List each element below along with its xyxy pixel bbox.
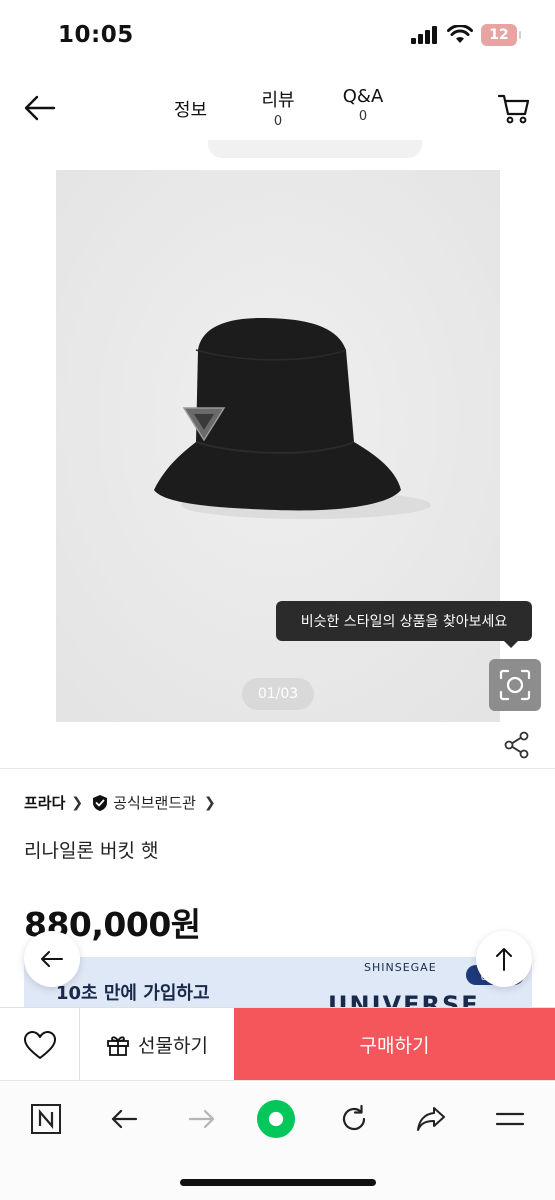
tab-info[interactable]: 정보 bbox=[174, 96, 207, 122]
arrow-left-icon bbox=[41, 951, 63, 967]
official-store-label: 공식브랜드관 bbox=[113, 794, 196, 812]
tab-qa-count: 0 bbox=[358, 109, 368, 124]
banner-brand-large: UNIVERSE bbox=[328, 991, 480, 1007]
gift-label: 선물하기 bbox=[138, 1035, 208, 1057]
tab-review-count: 0 bbox=[273, 114, 283, 129]
official-store-link[interactable]: 공식브랜드관 ❯ bbox=[91, 792, 224, 813]
tab-qa[interactable]: Q&A 0 bbox=[338, 86, 388, 124]
home-indicator bbox=[180, 1179, 376, 1186]
heart-icon bbox=[23, 1030, 56, 1059]
green-dot-button[interactable] bbox=[256, 1099, 296, 1139]
share-icon[interactable] bbox=[502, 730, 532, 760]
browser-back-button[interactable] bbox=[104, 1099, 144, 1139]
signal-icon bbox=[411, 26, 437, 44]
brand-row: 프라다 ❯ 공식브랜드관 ❯ bbox=[24, 792, 224, 813]
chevron-right-icon: ❯ bbox=[203, 794, 216, 811]
arrow-up-icon bbox=[496, 948, 512, 971]
banner-text: 10초 만에 가입하고 bbox=[56, 983, 210, 1004]
tab-qa-label: Q&A bbox=[342, 86, 384, 107]
buy-button[interactable]: 구매하기 bbox=[234, 1008, 555, 1081]
scroll-top-button[interactable] bbox=[476, 931, 532, 987]
naver-home-button[interactable] bbox=[26, 1099, 66, 1139]
cart-icon[interactable] bbox=[496, 90, 532, 126]
tab-review[interactable]: 리뷰 0 bbox=[258, 86, 298, 129]
share-page-button[interactable] bbox=[411, 1099, 451, 1139]
product-title: 리나일론 버킷 햇 bbox=[24, 840, 159, 862]
brand-name-link[interactable]: 프라다 bbox=[24, 792, 65, 813]
chevron-right-icon: ❯ bbox=[71, 794, 84, 811]
share-arrow-icon bbox=[417, 1107, 445, 1131]
top-nav: 정보 리뷰 0 Q&A 0 bbox=[0, 78, 555, 138]
wifi-icon bbox=[447, 25, 473, 43]
refresh-button[interactable] bbox=[334, 1099, 374, 1139]
tab-info-label: 정보 bbox=[174, 100, 208, 121]
banner-brand-small: SHINSEGAE bbox=[364, 961, 437, 974]
tab-review-label: 리뷰 bbox=[261, 90, 295, 111]
status-bar: 10:05 12 bbox=[0, 0, 555, 72]
shield-check-icon bbox=[93, 794, 108, 811]
status-time: 10:05 bbox=[58, 22, 134, 48]
browser-forward-button[interactable] bbox=[182, 1099, 222, 1139]
lens-icon bbox=[499, 669, 531, 701]
similar-style-tooltip: 비슷한 스타일의 상품을 찾아보세요 bbox=[276, 601, 532, 648]
naver-n-icon bbox=[31, 1104, 61, 1134]
battery-icon: 12 bbox=[481, 24, 521, 46]
refresh-icon bbox=[342, 1104, 366, 1131]
arrow-left-icon bbox=[111, 1109, 138, 1129]
divider bbox=[0, 768, 555, 769]
gift-button[interactable]: 선물하기 bbox=[80, 1008, 234, 1081]
floating-back-button[interactable] bbox=[24, 931, 80, 987]
arrow-right-icon bbox=[188, 1109, 215, 1129]
hamburger-menu-icon bbox=[495, 1112, 525, 1126]
page-indicator: 01/03 bbox=[242, 678, 314, 710]
promo-banner[interactable]: 10초 만에 가입하고 SHINSEGAE UNIVERSE U 혜택 bbox=[24, 957, 532, 1007]
bottom-action-bar: 선물하기 구매하기 bbox=[0, 1007, 555, 1081]
green-dot-icon bbox=[256, 1099, 296, 1139]
nav-handle bbox=[208, 140, 422, 158]
gift-icon bbox=[107, 1035, 129, 1056]
menu-button[interactable] bbox=[490, 1099, 530, 1139]
lens-search-button[interactable] bbox=[489, 659, 541, 711]
back-arrow-icon[interactable] bbox=[22, 90, 58, 126]
status-icons: 12 bbox=[411, 24, 521, 46]
like-button[interactable] bbox=[0, 1008, 80, 1081]
